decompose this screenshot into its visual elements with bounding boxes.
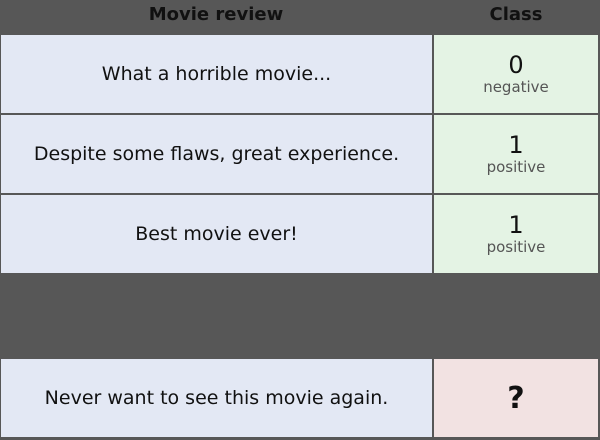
review-cell: Despite some flaws, great experience. [1, 115, 432, 193]
header-movie-review: Movie review [148, 4, 284, 25]
unknown-class-mark: ? [507, 380, 525, 416]
query-class-cell: ? [434, 359, 598, 437]
class-value: 0 [508, 51, 524, 79]
class-value: 1 [508, 211, 524, 239]
query-review-cell: Never want to see this movie again. [1, 359, 432, 437]
class-label: positive [486, 158, 546, 176]
class-label: negative [483, 78, 549, 96]
review-cell: What a horrible movie... [1, 35, 432, 113]
review-cell: Best movie ever! [1, 195, 432, 273]
class-cell: 0 negative [434, 35, 598, 113]
header-class: Class [489, 4, 543, 25]
class-cell: 1 positive [434, 195, 598, 273]
class-label: positive [486, 238, 546, 256]
class-cell: 1 positive [434, 115, 598, 193]
class-value: 1 [508, 131, 524, 159]
